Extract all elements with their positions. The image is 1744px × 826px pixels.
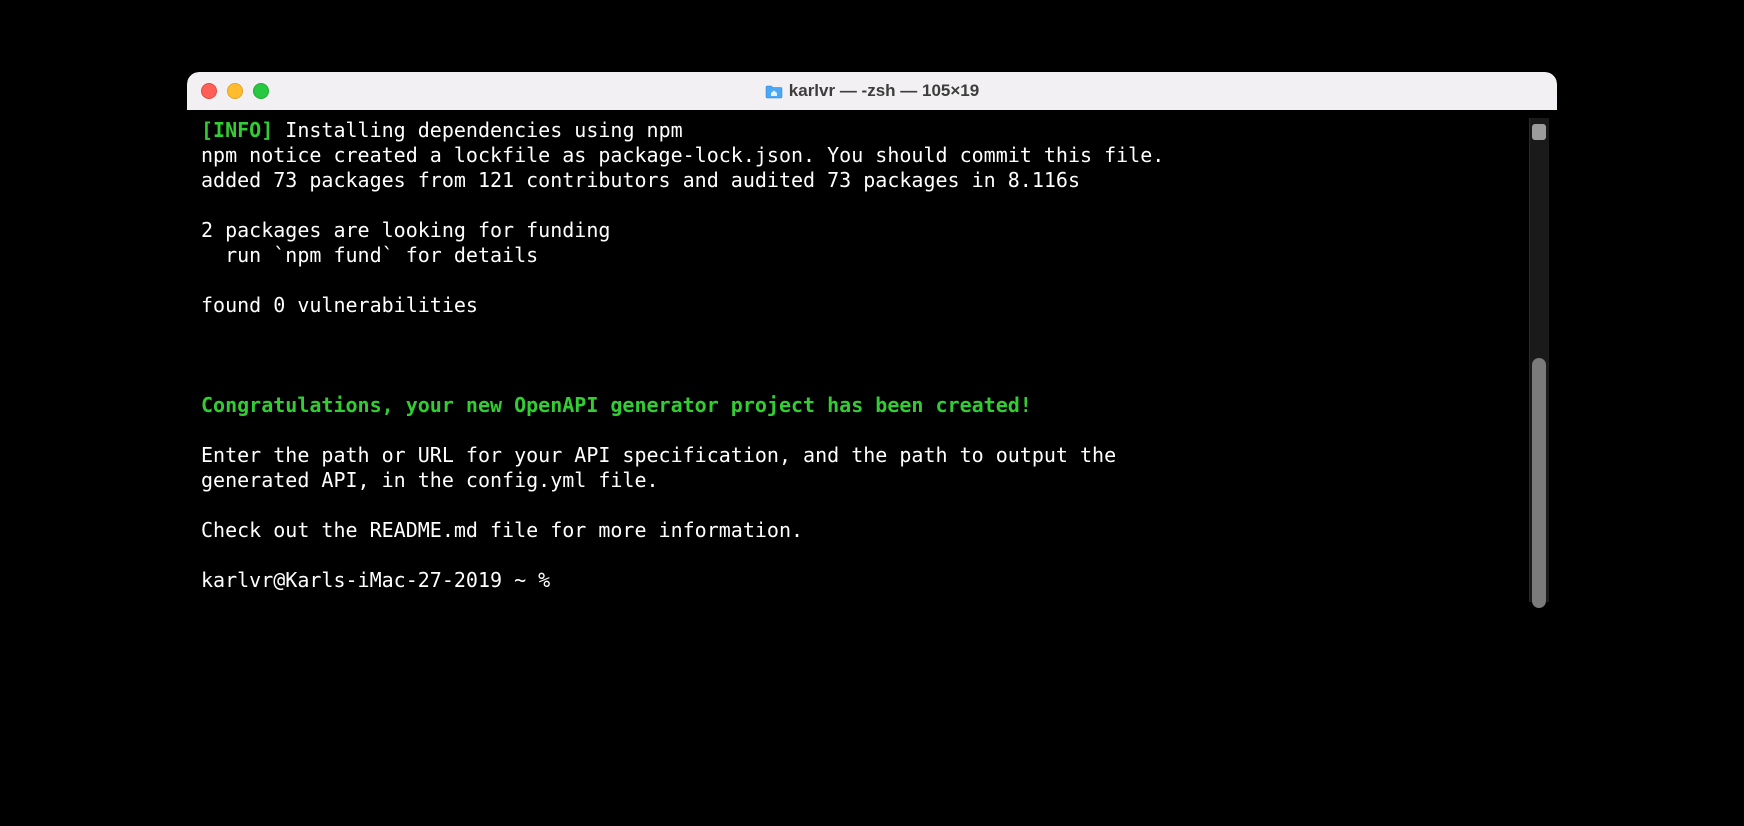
terminal-line bbox=[201, 343, 1523, 368]
maximize-button[interactable] bbox=[253, 83, 269, 99]
scrollbar-track[interactable] bbox=[1529, 118, 1549, 602]
terminal-line: karlvr@Karls-iMac-27-2019 ~ % bbox=[201, 568, 1523, 593]
terminal-text-segment: Congratulations, your new OpenAPI genera… bbox=[201, 393, 1032, 417]
terminal-text-segment: found 0 vulnerabilities bbox=[201, 293, 478, 317]
terminal-text-segment: [INFO] bbox=[201, 118, 273, 142]
terminal-window: karlvr — -zsh — 105×19 [INFO] Installing… bbox=[187, 72, 1557, 610]
terminal-line bbox=[201, 368, 1523, 393]
terminal-text-segment: run `npm fund` for details bbox=[201, 243, 538, 267]
terminal-line bbox=[201, 418, 1523, 443]
terminal-line: added 73 packages from 121 contributors … bbox=[201, 168, 1523, 193]
scrollbar-thumb[interactable] bbox=[1532, 358, 1546, 608]
scrollbar-top-marker[interactable] bbox=[1532, 124, 1546, 140]
terminal-text-segment bbox=[201, 418, 213, 442]
terminal-line bbox=[201, 493, 1523, 518]
terminal-line bbox=[201, 193, 1523, 218]
close-button[interactable] bbox=[201, 83, 217, 99]
terminal-content[interactable]: [INFO] Installing dependencies using npm… bbox=[195, 118, 1529, 602]
traffic-lights bbox=[201, 83, 269, 99]
terminal-text-segment: Check out the README.md file for more in… bbox=[201, 518, 803, 542]
terminal-text-segment: Enter the path or URL for your API speci… bbox=[201, 443, 1116, 467]
title-center: karlvr — -zsh — 105×19 bbox=[187, 81, 1557, 101]
terminal-text-segment: added 73 packages from 121 contributors … bbox=[201, 168, 1080, 192]
terminal-line: Congratulations, your new OpenAPI genera… bbox=[201, 393, 1523, 418]
terminal-line bbox=[201, 543, 1523, 568]
terminal-text-segment: Installing dependencies using npm bbox=[273, 118, 682, 142]
minimize-button[interactable] bbox=[227, 83, 243, 99]
window-title: karlvr — -zsh — 105×19 bbox=[789, 81, 979, 101]
terminal-line bbox=[201, 318, 1523, 343]
terminal-text-segment bbox=[201, 193, 213, 217]
terminal-text-segment bbox=[201, 343, 213, 367]
terminal-line bbox=[201, 268, 1523, 293]
terminal-text-segment bbox=[201, 268, 213, 292]
terminal-line: [INFO] Installing dependencies using npm bbox=[201, 118, 1523, 143]
terminal-text-segment: generated API, in the config.yml file. bbox=[201, 468, 659, 492]
terminal-text-segment: npm notice created a lockfile as package… bbox=[201, 143, 1164, 167]
terminal-text-segment bbox=[201, 318, 213, 342]
terminal-line: Enter the path or URL for your API speci… bbox=[201, 443, 1523, 468]
terminal-line: run `npm fund` for details bbox=[201, 243, 1523, 268]
terminal-text-segment bbox=[201, 543, 213, 567]
terminal-line: 2 packages are looking for funding bbox=[201, 218, 1523, 243]
terminal-line: npm notice created a lockfile as package… bbox=[201, 143, 1523, 168]
terminal-text-segment: karlvr@Karls-iMac-27-2019 ~ % bbox=[201, 568, 562, 592]
terminal-line: found 0 vulnerabilities bbox=[201, 293, 1523, 318]
terminal-body[interactable]: [INFO] Installing dependencies using npm… bbox=[187, 110, 1557, 610]
terminal-text-segment bbox=[201, 368, 213, 392]
terminal-line: generated API, in the config.yml file. bbox=[201, 468, 1523, 493]
terminal-line: Check out the README.md file for more in… bbox=[201, 518, 1523, 543]
terminal-text-segment: 2 packages are looking for funding bbox=[201, 218, 610, 242]
terminal-text-segment bbox=[201, 493, 213, 517]
titlebar[interactable]: karlvr — -zsh — 105×19 bbox=[187, 72, 1557, 110]
home-folder-icon bbox=[765, 84, 783, 99]
